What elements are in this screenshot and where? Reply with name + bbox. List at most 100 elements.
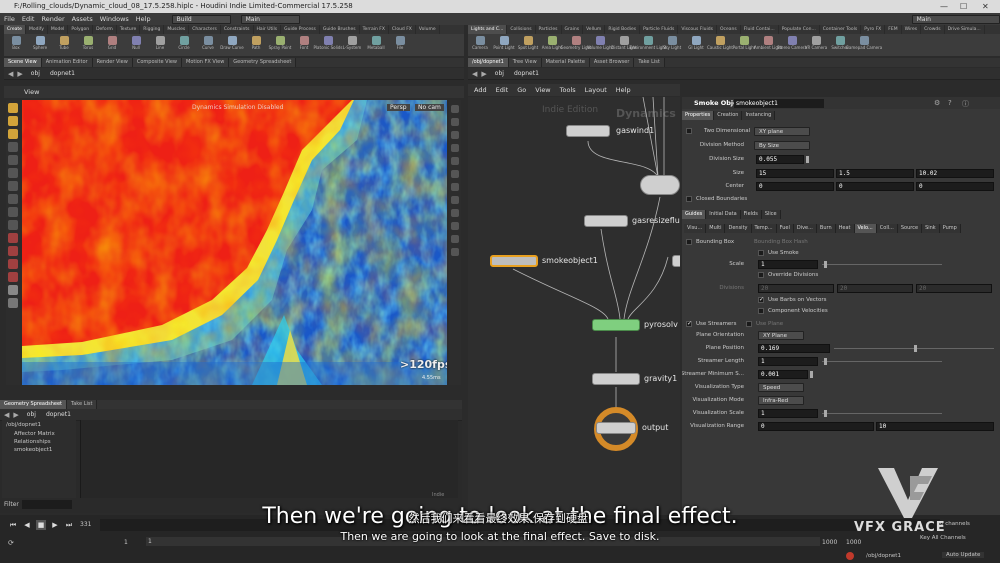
- vis-tab-sink[interactable]: Sink: [922, 224, 940, 233]
- node-pyro-solver-upstream[interactable]: [640, 175, 680, 195]
- vis-scale-slider-track[interactable]: [822, 413, 942, 414]
- range-start[interactable]: 1: [124, 539, 128, 546]
- range-end[interactable]: 1000: [822, 539, 837, 546]
- shelf-tab-viscous-fluids[interactable]: Viscous Fluids: [678, 25, 717, 34]
- vis-tab-dive[interactable]: Dive...: [793, 224, 817, 233]
- tool-geometry-light[interactable]: Geometry Light: [560, 34, 592, 56]
- tool-torus[interactable]: Torus: [76, 34, 100, 56]
- move-tool-icon[interactable]: [8, 116, 18, 126]
- tool-null[interactable]: Null: [124, 34, 148, 56]
- shelf-tab-hair-utils[interactable]: Hair Utils: [254, 25, 282, 34]
- vis-tab-burn[interactable]: Burn: [816, 224, 836, 233]
- net-back-arrow-icon[interactable]: ◀: [472, 70, 477, 78]
- tool-file[interactable]: File: [388, 34, 412, 56]
- tool-camera[interactable]: Camera: [468, 34, 492, 56]
- param-subtab-initial-data[interactable]: Initial Data: [706, 210, 741, 219]
- net-forward-arrow-icon[interactable]: ▶: [481, 70, 486, 78]
- path-segment-dopnet[interactable]: dopnet1: [50, 70, 75, 77]
- center-y-field[interactable]: 0: [836, 181, 914, 191]
- tool-circle[interactable]: Circle: [172, 34, 196, 56]
- shelf-tab-characters[interactable]: Characters: [189, 25, 221, 34]
- tool-spot-light[interactable]: Spot Light: [516, 34, 540, 56]
- template-icon[interactable]: [451, 196, 459, 204]
- jump-start-button[interactable]: ⏮: [8, 520, 18, 530]
- division-method-menu[interactable]: By Size: [754, 140, 810, 150]
- size-y-field[interactable]: 1.5: [836, 168, 914, 178]
- center-x-field[interactable]: 0: [756, 181, 834, 191]
- shelf-tab-muscles[interactable]: Muscles: [164, 25, 190, 34]
- info-icon[interactable]: ⓘ: [962, 99, 969, 109]
- vis-tab-density[interactable]: Density: [725, 224, 752, 233]
- scene-viewport[interactable]: Dynamics Simulation Disabled Persp No ca…: [22, 100, 447, 385]
- camera-menu[interactable]: No cam: [415, 104, 444, 111]
- tree-root[interactable]: /obj/dopnet1: [2, 420, 76, 430]
- streamer-length-field[interactable]: 1: [758, 356, 818, 366]
- net-path-dopnet[interactable]: dopnet1: [514, 70, 539, 77]
- jump-end-button[interactable]: ⏭: [64, 520, 74, 530]
- shelf-tab-create[interactable]: Create: [4, 25, 26, 34]
- use-plane-checkbox[interactable]: [746, 321, 752, 327]
- bounding-box-checkbox[interactable]: [686, 239, 692, 245]
- tool-path[interactable]: Path: [244, 34, 268, 56]
- tool-point-light[interactable]: Point Light: [492, 34, 516, 56]
- scale-tool-icon[interactable]: [8, 142, 18, 152]
- node-offscreen[interactable]: [672, 255, 680, 267]
- tool-gi-light[interactable]: GI Light: [684, 34, 708, 56]
- pane-tab-render-view[interactable]: Render View: [92, 58, 133, 67]
- snap-point-icon[interactable]: [8, 272, 18, 282]
- param-subtab-guides[interactable]: Guides: [682, 210, 707, 219]
- geo-forward-arrow-icon[interactable]: ▶: [13, 411, 18, 419]
- pane-tab-geometry-spreadsheet[interactable]: Geometry Spreadsheet: [229, 58, 297, 67]
- shelf-tab-lights-and-c[interactable]: Lights and C...: [468, 25, 508, 34]
- tree-smokeobject[interactable]: smokeobject1: [2, 446, 76, 454]
- vis-tab-multi[interactable]: Multi: [706, 224, 726, 233]
- display-options-icon[interactable]: [451, 105, 459, 113]
- snap-red-icon[interactable]: [8, 246, 18, 256]
- tool-tube[interactable]: Tube: [52, 34, 76, 56]
- pane-tab-obj-dopnet1[interactable]: /obj/dopnet1: [468, 58, 509, 67]
- back-arrow-icon[interactable]: ◀: [8, 70, 13, 78]
- param-tab-creation[interactable]: Creation: [714, 111, 743, 120]
- vis-scale-field[interactable]: 1: [758, 408, 818, 418]
- shelf-tab-modify[interactable]: Modify: [26, 25, 48, 34]
- tree-relationships[interactable]: Relationships: [2, 438, 76, 446]
- tool-grid[interactable]: Grid: [100, 34, 124, 56]
- pane-tab-tree-view[interactable]: Tree View: [508, 58, 542, 67]
- shelf-tab-fluid-contai[interactable]: Fluid Contai...: [741, 25, 779, 34]
- two-dim-checkbox[interactable]: [686, 128, 692, 134]
- geo-path-dopnet[interactable]: dopnet1: [46, 411, 71, 418]
- maximize-button[interactable]: ☐: [960, 0, 967, 13]
- tool-caustic-light[interactable]: Caustic Light: [707, 34, 733, 56]
- shelf-tab-drive-simula[interactable]: Drive Simula...: [945, 25, 985, 34]
- camera-view-icon[interactable]: [451, 248, 459, 256]
- tool-metaball[interactable]: Metaball: [364, 34, 388, 56]
- path-segment-obj[interactable]: obj: [31, 70, 40, 77]
- shelf-tab-guide-process[interactable]: Guide Process: [281, 25, 320, 34]
- tool-gamepad-camera[interactable]: Gamepad Camera: [846, 34, 882, 56]
- magnet-red-icon[interactable]: [8, 233, 18, 243]
- close-button[interactable]: ✕: [982, 0, 989, 13]
- pose-tool-icon[interactable]: [8, 168, 18, 178]
- menu-assets[interactable]: Assets: [72, 15, 93, 23]
- tree-affector-matrix[interactable]: Affector Matrix: [2, 430, 76, 438]
- net-menu-help[interactable]: Help: [616, 86, 631, 94]
- two-dim-plane-menu[interactable]: XY plane: [754, 126, 810, 136]
- node-gaswind[interactable]: [566, 125, 610, 137]
- streamer-min-field[interactable]: 0.001: [758, 369, 808, 379]
- shelf-tab-populate-con[interactable]: Populate Con...: [779, 25, 820, 34]
- help-icon[interactable]: ?: [948, 99, 952, 107]
- shelf-tab-polygon[interactable]: Polygon: [68, 25, 94, 34]
- points-icon[interactable]: [451, 209, 459, 217]
- geo-path-obj[interactable]: obj: [27, 411, 36, 418]
- play-button[interactable]: ▶: [50, 520, 60, 530]
- node-smokeobject[interactable]: [490, 255, 538, 267]
- tool-curve[interactable]: Curve: [196, 34, 220, 56]
- vis-scale-slider-knob[interactable]: [824, 410, 827, 417]
- shelf-tab-deform[interactable]: Deform: [93, 25, 117, 34]
- param-subtab-fields[interactable]: Fields: [740, 210, 762, 219]
- tool-environment-light[interactable]: Environment Light: [630, 34, 666, 56]
- shelf-tab-rigid-bodies[interactable]: Rigid Bodies: [605, 25, 641, 34]
- use-barbs-checkbox[interactable]: [758, 296, 764, 303]
- param-subtab-slice[interactable]: Slice: [761, 210, 781, 219]
- vis-tab-visu[interactable]: Visu...: [684, 224, 707, 233]
